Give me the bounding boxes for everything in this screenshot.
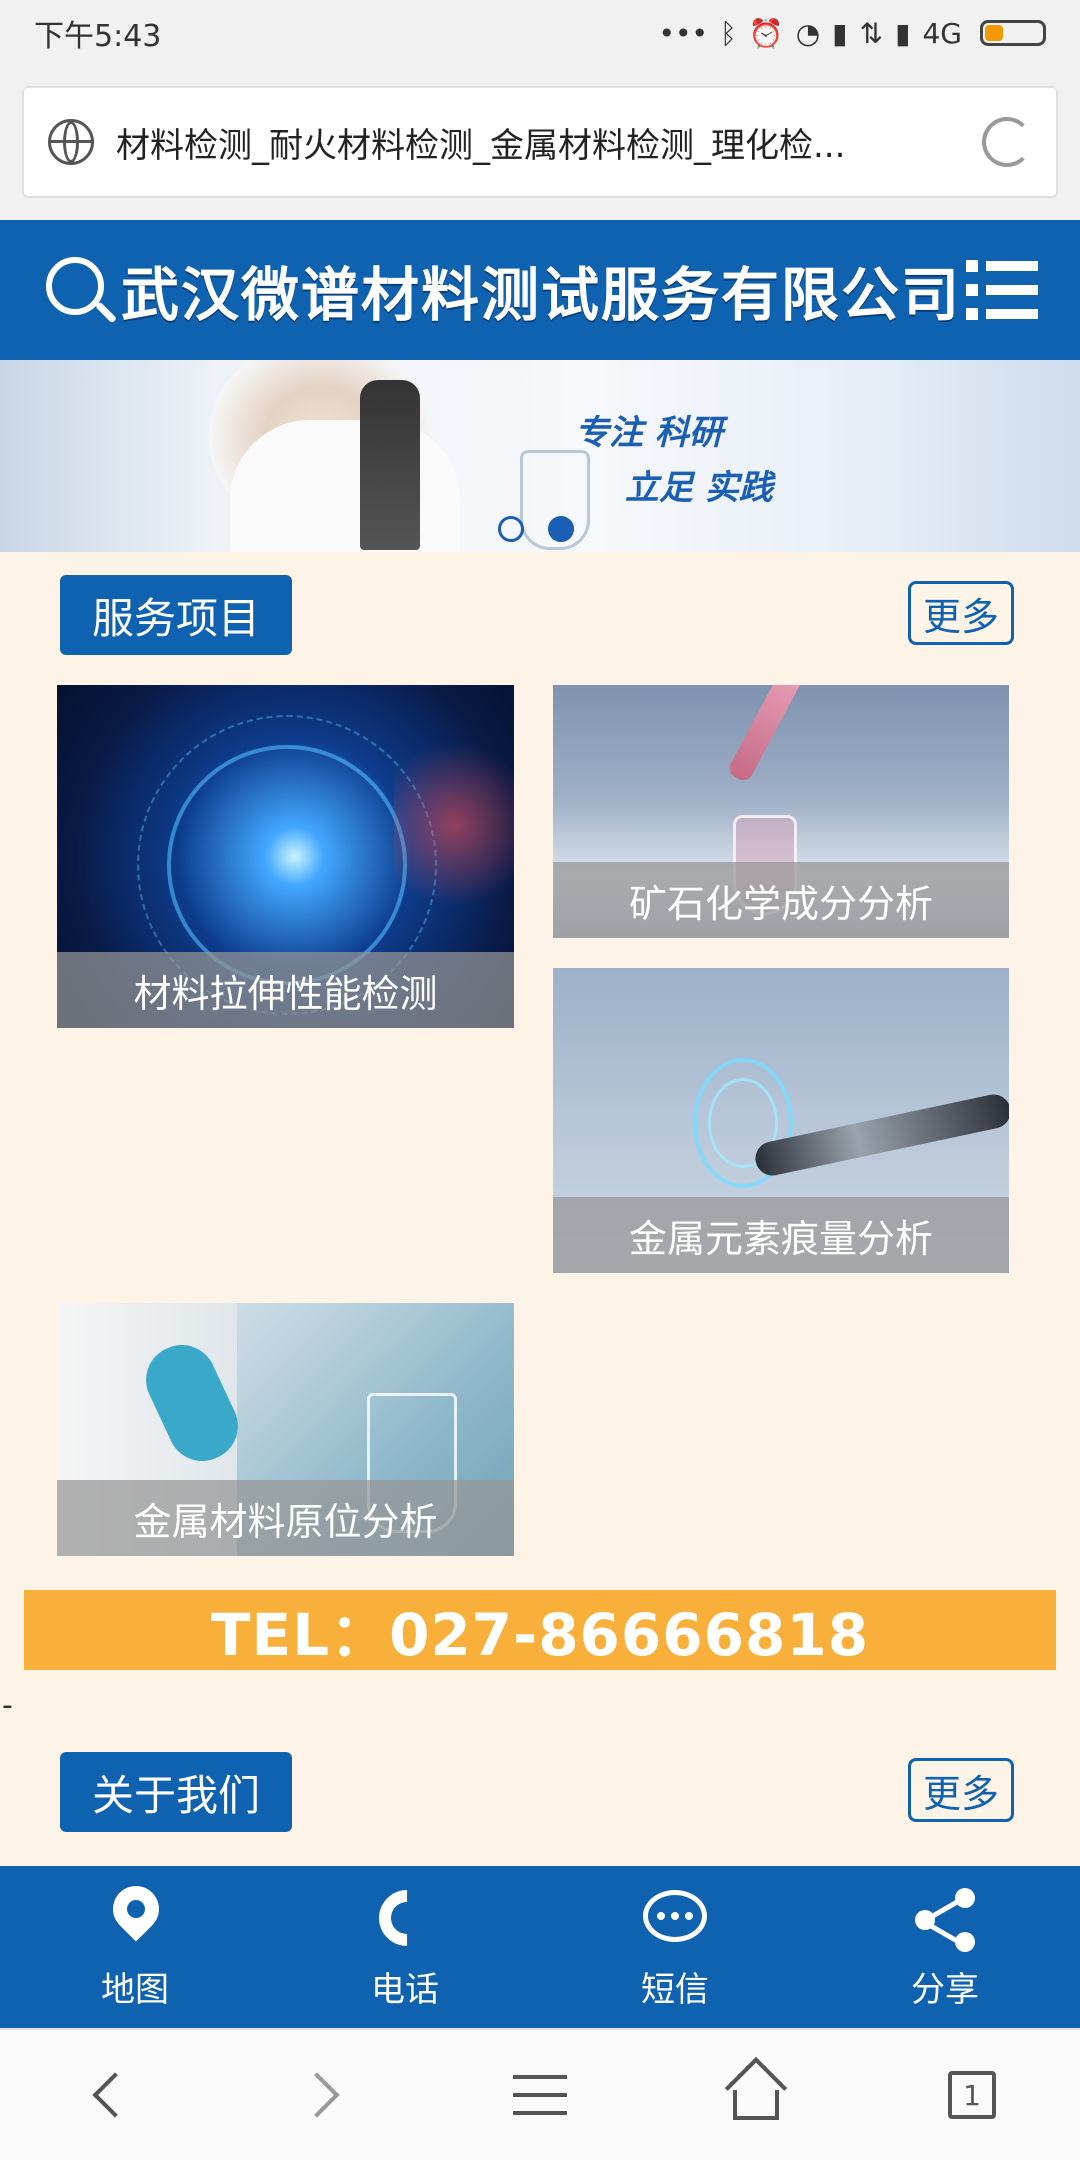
tabs-button[interactable]: 1: [932, 2055, 1012, 2135]
services-header: 服务项目 更多: [0, 575, 1080, 655]
sms-icon: [639, 1884, 711, 1956]
address-bar-title[interactable]: 材料检测_耐火材料检测_金属材料检测_理化检...: [116, 118, 962, 167]
battery-level: [985, 25, 1003, 41]
share-icon: [909, 1884, 981, 1956]
home-icon: [724, 2056, 788, 2120]
signal-icon: ▮: [895, 16, 911, 50]
globe-icon: [48, 119, 94, 165]
status-time: 下午5:43: [34, 19, 162, 54]
about-title: 关于我们: [60, 1752, 292, 1832]
nav-share[interactable]: 分享: [810, 1866, 1080, 2028]
carousel-dot-2[interactable]: [548, 516, 574, 542]
tab-count: 1: [948, 2071, 996, 2119]
service-caption-4: 金属材料原位分析: [57, 1480, 514, 1556]
menu-icon[interactable]: [965, 260, 1038, 320]
nav-sms[interactable]: 短信: [540, 1866, 810, 2028]
battery-icon: [980, 20, 1046, 46]
service-caption-1: 材料拉伸性能检测: [57, 952, 514, 1028]
reload-icon[interactable]: [982, 117, 1032, 167]
chevron-left-icon: [92, 2072, 138, 2118]
home-button[interactable]: [716, 2055, 796, 2135]
nav-sms-label: 短信: [641, 1969, 709, 2010]
menu-button[interactable]: [500, 2055, 580, 2135]
banner-carousel[interactable]: 专注 科研 立足 实践: [0, 360, 1080, 552]
nav-map-label: 地图: [101, 1969, 169, 2010]
site-title: 武汉微谱材料测试服务有限公司: [120, 261, 961, 329]
chevron-right-icon: [294, 2072, 340, 2118]
nav-share-label: 分享: [911, 1969, 979, 2010]
services-title: 服务项目: [60, 575, 292, 655]
dots-icon: •••: [658, 16, 709, 50]
network-type: 4G: [922, 16, 962, 50]
forward-button[interactable]: [284, 2055, 364, 2135]
site-header: 武汉微谱材料测试服务有限公司: [0, 220, 1080, 360]
service-caption-3: 金属元素痕量分析: [553, 1197, 1009, 1273]
hamburger-icon: [513, 2075, 567, 2115]
status-icons: ••• ᛒ ⏰ ◔ ▮ ⇅ ▮ 4G: [658, 16, 1046, 50]
browser-toolbar: 材料检测_耐火材料检测_金属材料检测_理化检...: [0, 66, 1080, 220]
back-button[interactable]: [68, 2055, 148, 2135]
status-bar: 下午5:43 ••• ᛒ ⏰ ◔ ▮ ⇅ ▮ 4G: [0, 0, 1080, 66]
service-caption-2: 矿石化学成分分析: [553, 862, 1009, 938]
wifi-icon: ◔: [795, 16, 821, 50]
banner-slogan-line2: 立足 实践: [625, 468, 773, 508]
nav-phone-label: 电话: [371, 1969, 439, 2010]
services-more-button[interactable]: 更多: [908, 581, 1014, 645]
nav-phone[interactable]: 电话: [270, 1866, 540, 2028]
carousel-dots: [498, 516, 574, 542]
service-card-3[interactable]: 金属元素痕量分析: [553, 968, 1009, 1273]
phone-icon: [367, 1877, 447, 1958]
data-arrows-icon: ⇅: [859, 16, 884, 50]
service-card-1[interactable]: 材料拉伸性能检测: [57, 685, 514, 1028]
stray-dash: -: [2, 1688, 13, 1723]
browser-nav-bar: 1: [0, 2028, 1080, 2160]
service-card-4[interactable]: 金属材料原位分析: [57, 1303, 514, 1556]
bluetooth-icon: ᛒ: [720, 16, 737, 50]
bottom-nav: 地图 电话 短信 分享: [0, 1866, 1080, 2028]
tel-banner[interactable]: TEL：027-86666818: [24, 1590, 1056, 1670]
about-header: 关于我们 更多: [0, 1752, 1080, 1832]
about-more-button[interactable]: 更多: [908, 1758, 1014, 1822]
banner-slogan-line1: 专注 科研: [575, 413, 723, 453]
carousel-dot-1[interactable]: [498, 516, 524, 542]
microscope-icon: [360, 380, 420, 550]
signal-icon: ▮: [832, 16, 848, 50]
nav-map[interactable]: 地图: [0, 1866, 270, 2028]
banner-lab-coat: [230, 420, 460, 552]
alarm-icon: ⏰: [748, 16, 784, 50]
search-icon[interactable]: [42, 253, 117, 327]
map-pin-icon: [99, 1875, 171, 1956]
service-card-2[interactable]: 矿石化学成分分析: [553, 685, 1009, 938]
address-bar[interactable]: 材料检测_耐火材料检测_金属材料检测_理化检...: [22, 86, 1058, 198]
